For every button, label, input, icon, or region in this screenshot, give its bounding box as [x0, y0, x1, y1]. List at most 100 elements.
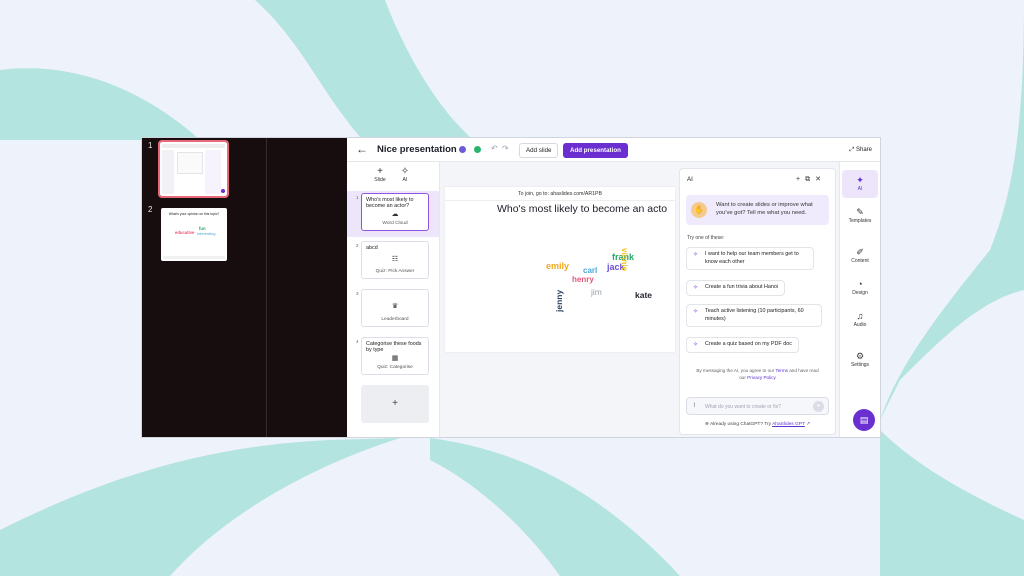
- new-slide-label: Slide: [374, 177, 386, 183]
- rail-settings[interactable]: ⚙ Settings: [842, 350, 878, 368]
- arrow-left-icon[interactable]: ←: [356, 142, 368, 156]
- slide-card-3[interactable]: ♛ Leaderboard: [361, 289, 429, 327]
- slide-title: Who's most likely to become an actor?: [366, 197, 414, 209]
- slide-type: Quiz: Pick Answer: [375, 269, 415, 274]
- sparkle-icon: ✧: [693, 309, 699, 315]
- slide-card-2[interactable]: abcd ☷ Quiz: Pick Answer: [361, 241, 429, 279]
- cloud-word: emily: [546, 261, 570, 271]
- rail-label: AI: [857, 186, 863, 192]
- rail-label: Settings: [850, 362, 870, 368]
- chat-button[interactable]: ▤: [853, 409, 875, 431]
- thumbnail-presentation-1[interactable]: [158, 140, 229, 198]
- cloud-word: kate: [635, 290, 653, 300]
- pane-divider: [266, 138, 267, 437]
- suggestion-chip[interactable]: ✧ Teach active listening (10 participant…: [686, 304, 822, 327]
- add-slide-placeholder[interactable]: +: [361, 385, 429, 423]
- join-instructions: To join, go to: ahaslides.com/AR1PB: [518, 191, 602, 197]
- slide-title: Categorise these foods by type: [366, 341, 422, 353]
- slide-canvas[interactable]: To join, go to: ahaslides.com/AR1PB Who'…: [445, 187, 675, 352]
- rail-templates[interactable]: ✎ Templates: [842, 206, 878, 224]
- ahaslides-gpt-link[interactable]: AhaSlides GPT: [772, 422, 805, 427]
- plus-icon[interactable]: +: [796, 176, 805, 183]
- rail-content[interactable]: ✐ Content: [842, 246, 878, 264]
- slide-number: 4: [356, 339, 359, 344]
- redo-icon[interactable]: ↷: [502, 144, 509, 153]
- join-divider: [445, 200, 675, 201]
- ai-disclaimer: By messaging the AI, you agree to our Te…: [694, 367, 821, 381]
- privacy-link[interactable]: Privacy Policy: [747, 375, 776, 380]
- sparkle-icon: ✧: [400, 166, 410, 177]
- editor: ← Nice presentation ↶ ↷ Add slide Add pr…: [347, 138, 880, 437]
- slide-card-4[interactable]: Categorise these foods by type ▦ Quiz: C…: [361, 337, 429, 375]
- suggestion-text: Teach active listening (10 participants,…: [705, 308, 804, 322]
- suggestion-chip[interactable]: ✧ Create a quiz based on my PDF doc: [686, 337, 799, 353]
- share-button[interactable]: ⤢ Share: [850, 147, 872, 154]
- rail-ai[interactable]: ✦ AI: [842, 170, 878, 198]
- slide-number: 3: [356, 291, 359, 296]
- rail-label: Design: [852, 290, 868, 296]
- slide-question: Who's most likely to become an acto: [497, 203, 668, 215]
- ai-prompt-input[interactable]: [705, 401, 805, 412]
- pick-answer-icon: ☷: [391, 256, 399, 263]
- suggestion-chip[interactable]: ✧ I want to help our team members get to…: [686, 247, 814, 270]
- ai-panel-actions: +⧉✕: [796, 175, 826, 184]
- share-label: Share: [855, 147, 872, 153]
- presentation-title[interactable]: Nice presentation: [377, 144, 457, 155]
- paperclip-icon[interactable]: ⌇: [693, 402, 696, 409]
- mini-slide-list: [162, 150, 174, 194]
- close-icon[interactable]: ✕: [815, 176, 826, 183]
- ai-tool[interactable]: ✧ AI: [395, 166, 415, 183]
- rail-label: Templates: [848, 218, 872, 224]
- wave-hand-icon: ✋: [691, 202, 707, 218]
- slide-type: Leaderboard: [381, 317, 409, 322]
- sparkle-icon: ✧: [693, 285, 699, 291]
- rail-label: Content: [851, 258, 869, 264]
- suggestion-chip[interactable]: ✧ Create a fun trivia about Hanoi: [686, 280, 786, 296]
- thumbnail-number: 2: [148, 205, 153, 214]
- suggestion-text: Create a quiz based on my PDF doc: [705, 341, 792, 347]
- cloud-word: jenny: [554, 289, 564, 312]
- new-slide-tool[interactable]: + Slide: [370, 166, 390, 183]
- slide-type: Word Cloud: [382, 221, 408, 226]
- cloud-word: carl: [583, 266, 598, 275]
- mini-question: What's your opinion on this topic?: [168, 212, 220, 216]
- presentation-thumbnails-pane: 1 2 What's your opinion on this topic? e…: [142, 138, 347, 437]
- mini-word: educative: [175, 230, 195, 235]
- rail-design[interactable]: ◔ Design: [842, 278, 878, 296]
- mini-ai-panel: [205, 150, 221, 194]
- pencil-icon: ✐: [856, 247, 864, 257]
- saved-check-icon: [474, 146, 481, 153]
- magic-wand-icon: ✎: [856, 207, 864, 217]
- music-note-icon: ♫: [856, 311, 864, 321]
- external-link-icon: ↗: [804, 422, 811, 427]
- gear-icon: ⚙: [855, 351, 865, 361]
- categorise-icon: ▦: [391, 355, 399, 362]
- suggestion-text: I want to help our team members get to k…: [705, 251, 799, 265]
- app-window: 1 2 What's your opinion on this topic? e…: [141, 137, 881, 438]
- add-slide-button[interactable]: Add slide: [519, 143, 559, 158]
- slide-title: abcd: [366, 245, 378, 251]
- thumbnail-presentation-2[interactable]: What's your opinion on this topic? educa…: [161, 208, 227, 261]
- undo-icon[interactable]: ↶: [491, 144, 498, 153]
- disclaimer-text: By messaging the AI, you agree to our: [696, 368, 775, 373]
- settings-status-icon[interactable]: [459, 146, 466, 153]
- sparkle-icon: ✧: [693, 252, 699, 258]
- footer-text: Already using ChatGPT? Try: [709, 422, 771, 427]
- ai-intro-text: Want to create slides or improve what yo…: [716, 202, 813, 216]
- word-cloud-icon: ☁: [391, 211, 399, 218]
- add-presentation-button[interactable]: Add presentation: [563, 143, 628, 158]
- ai-prompt-box: ⌇ ➤: [686, 397, 829, 415]
- chat-icon: ▤: [859, 415, 869, 425]
- mini-topbar: [162, 144, 225, 148]
- slide-card-1[interactable]: Who's most likely to become an actor? ☁ …: [361, 193, 429, 231]
- trophy-icon: ♛: [391, 303, 399, 310]
- cloud-word: vinnie: [620, 248, 629, 272]
- terms-link[interactable]: Terms: [775, 368, 788, 373]
- ai-panel-title: AI: [687, 176, 693, 183]
- rail-audio[interactable]: ♫ Audio: [842, 310, 878, 328]
- send-icon[interactable]: ➤: [813, 401, 824, 412]
- rail-label: Audio: [853, 322, 867, 328]
- plus-icon: +: [377, 166, 383, 177]
- ai-footer: ⊛ Already using ChatGPT? Try AhaSlides G…: [680, 422, 835, 427]
- copy-icon[interactable]: ⧉: [805, 176, 815, 183]
